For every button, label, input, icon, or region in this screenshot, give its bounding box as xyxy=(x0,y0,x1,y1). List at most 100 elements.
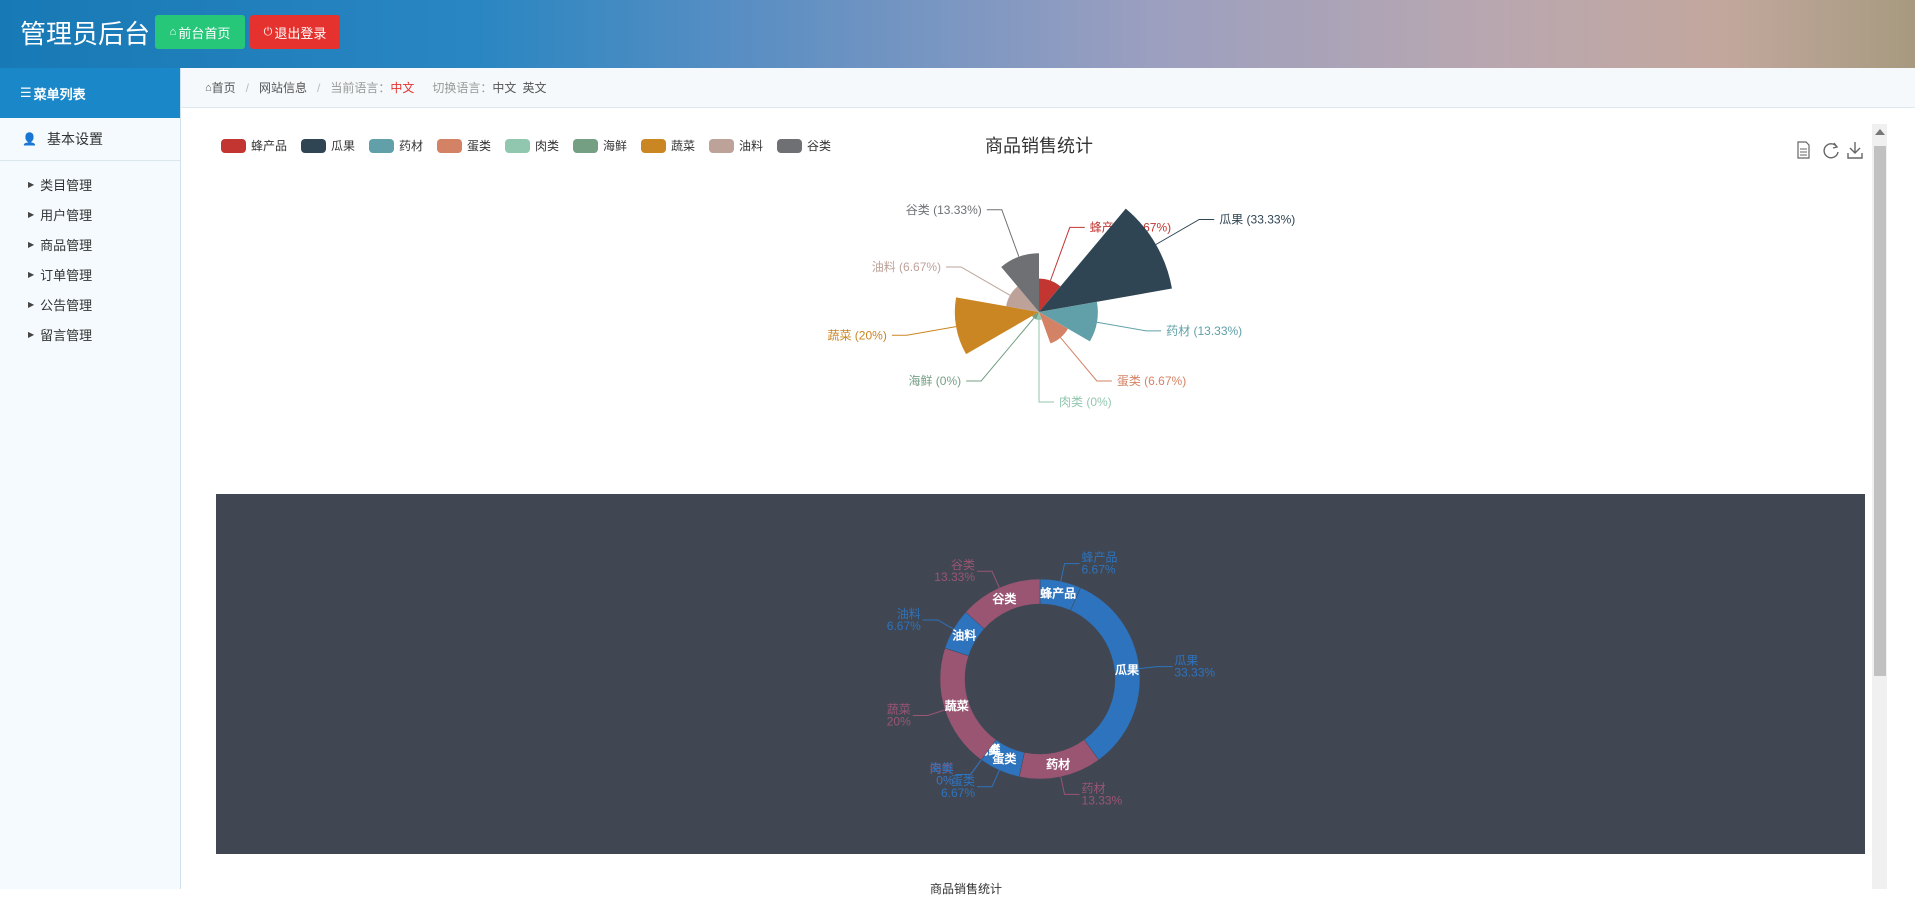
app-title: 管理员后台 xyxy=(20,19,151,49)
sidebar-item-label: 商品管理 xyxy=(40,237,93,253)
inner-label: 药材 xyxy=(1046,757,1070,772)
legend-swatch xyxy=(505,139,530,153)
scroll-up-arrow[interactable] xyxy=(1875,129,1885,135)
label-line xyxy=(955,759,982,775)
legend-label: 药材 xyxy=(399,139,423,153)
home-icon: ⌂ xyxy=(169,26,177,38)
switch-language-chinese[interactable]: 中文 xyxy=(492,79,516,96)
slice-label: 蛋类 (6.67%) xyxy=(1117,374,1186,388)
legend-item[interactable]: 药材 xyxy=(369,139,423,153)
legend-item[interactable]: 油料 xyxy=(709,139,763,153)
label-line xyxy=(891,326,957,336)
legend-label: 海鲜 xyxy=(603,138,627,153)
breadcrumb: ⌂ 首页 / 网站信息 / 当前语言： 中文 切换语言： 中文 英文 xyxy=(181,68,1915,108)
breadcrumb-site-info[interactable]: 网站信息 xyxy=(259,79,307,96)
slice-label: 肉类 (0%) xyxy=(1059,395,1112,409)
caret-right-icon: ▶ xyxy=(28,179,35,189)
legend-item[interactable]: 海鲜 xyxy=(573,138,627,153)
outer-label-percent: 13.33% xyxy=(1082,793,1123,807)
rose-pie-chart: 商品销售统计蜂产品瓜果药材蛋类肉类海鲜蔬菜油料谷类蜂产品 (6.67%)瓜果 (… xyxy=(221,136,1295,409)
outer-label-percent: 6.67% xyxy=(887,619,921,633)
inner-label: 油料 xyxy=(952,627,976,642)
legend-swatch xyxy=(777,139,802,153)
sidebar-item-label: 留言管理 xyxy=(40,327,93,343)
legend-item[interactable]: 谷类 xyxy=(777,139,831,153)
current-language-value: 中文 xyxy=(390,81,415,95)
breadcrumb-separator: / xyxy=(317,80,321,95)
breadcrumb-home[interactable]: 首页 xyxy=(212,79,236,96)
label-line xyxy=(946,266,1011,296)
top-header: 管理员后台 ⌂ 前台首页 ⏻ 退出登录 xyxy=(0,0,1915,68)
switch-language-english[interactable]: 英文 xyxy=(522,79,546,96)
caret-right-icon: ▶ xyxy=(28,299,35,309)
slice-label: 药材 (13.33%) xyxy=(1166,324,1242,338)
scroll-thumb[interactable] xyxy=(1874,146,1886,676)
label-line xyxy=(1060,563,1080,582)
outer-label-percent: 33.33% xyxy=(1174,666,1215,680)
list-icon: ☰ xyxy=(20,85,32,100)
sidebar-item-category[interactable]: ▶ 类目管理 xyxy=(0,169,180,199)
label-line xyxy=(1060,337,1112,382)
sidebar-item-orders[interactable]: ▶ 订单管理 xyxy=(0,259,180,289)
sidebar-item-notices[interactable]: ▶ 公告管理 xyxy=(0,289,180,319)
caret-right-icon: ▶ xyxy=(28,239,35,249)
legend-item[interactable]: 瓜果 xyxy=(301,139,355,153)
document-icon[interactable] xyxy=(1797,141,1810,159)
legend-label: 蛋类 xyxy=(467,139,491,153)
legend-swatch xyxy=(301,139,326,153)
caret-right-icon: ▶ xyxy=(28,329,35,339)
legend-swatch xyxy=(369,139,394,153)
slice-label: 海鲜 (0%) xyxy=(908,373,961,388)
inner-label: 瓜果 xyxy=(1115,663,1139,677)
legend-swatch xyxy=(641,139,666,153)
sidebar-item-label: 订单管理 xyxy=(40,267,93,283)
inner-label: 蜂产品 xyxy=(1040,585,1076,600)
legend-item[interactable]: 蔬菜 xyxy=(641,139,695,153)
legend-label: 谷类 xyxy=(807,139,831,153)
frontend-home-button[interactable]: ⌂ 前台首页 xyxy=(155,15,245,49)
logout-button[interactable]: ⏻ 退出登录 xyxy=(250,15,340,49)
outer-label-percent: 20% xyxy=(887,714,911,728)
slice-label: 瓜果 (33.33%) xyxy=(1219,213,1295,227)
legend-item[interactable]: 蜂产品 xyxy=(221,139,287,153)
logout-label: 退出登录 xyxy=(274,25,327,41)
menu-header: ☰ 菜单列表 xyxy=(0,68,180,118)
scrollbar[interactable] xyxy=(1872,124,1887,889)
sidebar-item-label: 公告管理 xyxy=(40,297,93,313)
switch-language-label: 切换语言： xyxy=(432,81,493,95)
inner-label: 蔬菜 xyxy=(945,698,969,713)
donut-pie-chart: 蜂产品蜂产品6.67%瓜果瓜果33.33%药材药材13.33%蛋类蛋类6.67%… xyxy=(887,551,1216,808)
outer-label-percent: 13.33% xyxy=(934,570,975,584)
legend-swatch xyxy=(221,139,246,153)
label-line xyxy=(1096,321,1162,332)
legend-label: 瓜果 xyxy=(331,139,355,153)
legend-item[interactable]: 肉类 xyxy=(505,139,559,153)
home-icon: ⌂ xyxy=(205,81,212,94)
chart-toolbox xyxy=(1787,139,1867,166)
inner-label: 谷类 xyxy=(992,591,1017,606)
legend-item[interactable]: 蛋类 xyxy=(437,139,491,153)
legend-label: 肉类 xyxy=(535,139,559,153)
legend-swatch xyxy=(709,139,734,153)
label-line xyxy=(955,759,982,775)
label-line xyxy=(1060,776,1080,795)
sidebar-item-users[interactable]: ▶ 用户管理 xyxy=(0,199,180,229)
section-label: 基本设置 xyxy=(46,131,103,147)
outer-label-percent: 6.67% xyxy=(1082,563,1116,577)
download-icon[interactable] xyxy=(1847,142,1863,159)
sidebar-section-basic-settings[interactable]: 👤 基本设置 xyxy=(0,118,180,161)
frontend-home-label: 前台首页 xyxy=(178,25,231,41)
sidebar-item-products[interactable]: ▶ 商品管理 xyxy=(0,229,180,259)
menu-header-label: 菜单列表 xyxy=(33,86,86,102)
refresh-icon[interactable] xyxy=(1823,142,1839,159)
sidebar-item-messages[interactable]: ▶ 留言管理 xyxy=(0,319,180,349)
outer-label-percent: 0% xyxy=(936,773,954,787)
sidebar-item-label: 用户管理 xyxy=(40,207,93,223)
current-language-label: 当前语言： xyxy=(330,81,391,95)
label-line xyxy=(977,570,1000,588)
legend-label: 油料 xyxy=(739,139,763,153)
breadcrumb-separator: / xyxy=(245,80,250,95)
label-line xyxy=(977,770,1000,788)
legend-swatch xyxy=(437,139,462,153)
label-line xyxy=(986,209,1020,257)
